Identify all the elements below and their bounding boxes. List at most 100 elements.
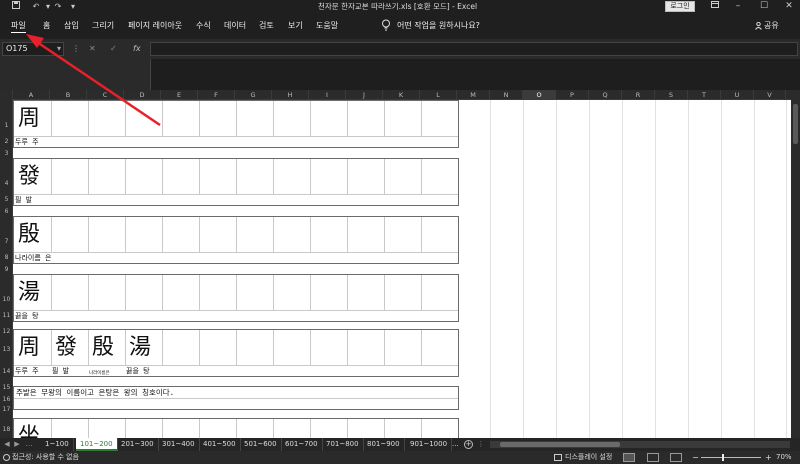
horizontal-scrollbar[interactable] xyxy=(490,441,790,448)
row-header-8[interactable]: 8 xyxy=(0,254,12,261)
row-header-10[interactable]: 10 xyxy=(0,296,12,303)
zoom-in-button[interactable]: + xyxy=(765,452,772,463)
tab-page-layout[interactable]: 페이지 레이아웃 xyxy=(128,20,182,32)
sheet-tab[interactable]: 601~700 xyxy=(281,438,323,451)
zoom-slider[interactable] xyxy=(701,457,761,458)
row-header-2[interactable]: 2 xyxy=(0,138,12,145)
sheet-tab[interactable]: 201~300 xyxy=(117,438,159,451)
column-header-t[interactable]: T xyxy=(688,90,721,100)
column-header-g[interactable]: G xyxy=(235,90,272,100)
sheet-tab[interactable]: 401~500 xyxy=(199,438,241,451)
sheet-tab[interactable]: 501~600 xyxy=(240,438,282,451)
column-header-i[interactable]: I xyxy=(309,90,346,100)
row-header-6[interactable]: 6 xyxy=(0,208,12,215)
ribbon-display-options-icon[interactable] xyxy=(705,0,725,13)
practice-block: 坐 xyxy=(13,418,459,438)
row-header-4[interactable]: 4 xyxy=(0,180,12,187)
column-header-l[interactable]: L xyxy=(420,90,457,100)
gridline xyxy=(655,100,656,438)
select-all-corner[interactable] xyxy=(0,90,13,100)
prev-sheet-icon[interactable]: ◀ xyxy=(2,439,12,450)
tab-review[interactable]: 검토 xyxy=(259,20,274,32)
more-options-icon[interactable]: ⋮ xyxy=(72,44,80,54)
cancel-entry-icon[interactable]: ✕ xyxy=(89,42,96,56)
column-header-n[interactable]: N xyxy=(490,90,523,100)
row-header-15[interactable]: 15 xyxy=(0,384,12,391)
close-icon[interactable]: ✕ xyxy=(779,0,799,13)
tab-home[interactable]: 홈 xyxy=(43,20,50,32)
column-header-k[interactable]: K xyxy=(383,90,420,100)
redo-icon[interactable]: ↷ xyxy=(51,1,65,12)
page-layout-view-icon[interactable] xyxy=(647,453,659,462)
insert-function-icon[interactable]: fx xyxy=(133,42,141,56)
worksheet[interactable]: 周 두루 주 發 필 발 殷 나라이름 은 湯 끓을 탕 周 두루 주 發 필 발 殷 나라이름은 湯 끓을 … xyxy=(13,100,791,438)
row-header-3[interactable]: 3 xyxy=(0,150,12,157)
row-header-9[interactable]: 9 xyxy=(0,266,12,273)
column-header-o[interactable]: O xyxy=(523,90,556,100)
more-sheets-indicator[interactable]: ... xyxy=(452,438,459,450)
formula-input[interactable] xyxy=(150,42,798,56)
maximize-icon[interactable]: ☐ xyxy=(754,0,774,13)
column-header-j[interactable]: J xyxy=(346,90,383,100)
display-settings[interactable]: 디스플레이 설정 xyxy=(565,452,612,463)
tab-help[interactable]: 도움말 xyxy=(316,20,338,32)
row-header-16[interactable]: 16 xyxy=(0,396,12,403)
sheet-tab[interactable]: 301~400 xyxy=(158,438,200,451)
column-header-d[interactable]: D xyxy=(124,90,161,100)
add-sheet-icon[interactable]: + xyxy=(464,440,473,449)
row-header-12[interactable]: 12 xyxy=(0,328,12,335)
tab-file[interactable]: 파일 xyxy=(11,20,26,33)
sheet-list-icon[interactable]: … xyxy=(24,439,34,450)
name-box-dropdown-icon[interactable]: ▾ xyxy=(57,44,61,54)
row-header-1[interactable]: 1 xyxy=(0,122,12,129)
column-header-p[interactable]: P xyxy=(556,90,589,100)
vertical-scrollbar[interactable] xyxy=(791,90,800,438)
page-break-view-icon[interactable] xyxy=(670,453,682,462)
hanja-character: 周 xyxy=(18,106,41,131)
sheet-tab[interactable]: 101~200 xyxy=(76,438,118,451)
save-icon[interactable] xyxy=(9,1,23,12)
tab-data[interactable]: 데이터 xyxy=(224,20,246,32)
tab-insert[interactable]: 삽입 xyxy=(64,20,79,32)
sheet-tab[interactable]: 1~100 xyxy=(41,438,74,451)
sheet-tab[interactable]: 701~800 xyxy=(322,438,364,451)
column-header-s[interactable]: S xyxy=(655,90,688,100)
column-header-m[interactable]: M xyxy=(457,90,490,100)
more-options-icon[interactable]: ⋮ xyxy=(476,439,486,450)
zoom-level[interactable]: 70% xyxy=(776,452,792,463)
next-sheet-icon[interactable]: ▶ xyxy=(12,439,22,450)
customize-quick-access-icon[interactable]: ▾ xyxy=(66,1,80,12)
sheet-tab[interactable]: 801~900 xyxy=(363,438,405,451)
column-header-h[interactable]: H xyxy=(272,90,309,100)
row-header-17[interactable]: 17 xyxy=(0,406,12,413)
column-header-b[interactable]: B xyxy=(50,90,87,100)
row-header-13[interactable]: 13 xyxy=(0,346,12,353)
column-header-e[interactable]: E xyxy=(161,90,198,100)
row-header-18[interactable]: 18 xyxy=(0,426,12,433)
column-header-v[interactable]: V xyxy=(754,90,786,100)
row-header-11[interactable]: 11 xyxy=(0,312,12,319)
confirm-entry-icon[interactable]: ✓ xyxy=(110,42,117,56)
tab-draw[interactable]: 그리기 xyxy=(92,20,114,32)
tab-view[interactable]: 보기 xyxy=(288,20,303,32)
column-header-r[interactable]: R xyxy=(622,90,655,100)
login-button[interactable]: 로그인 xyxy=(665,1,695,12)
column-header-q[interactable]: Q xyxy=(589,90,622,100)
minimize-icon[interactable]: – xyxy=(728,0,748,13)
zoom-slider-handle[interactable] xyxy=(722,454,724,461)
column-header-a[interactable]: A xyxy=(13,90,50,100)
normal-view-icon[interactable] xyxy=(623,453,635,462)
sheet-tab[interactable]: 901~1000 xyxy=(406,438,453,451)
tell-me-search[interactable]: 어떤 작업을 원하시나요? xyxy=(397,20,480,32)
column-header-u[interactable]: U xyxy=(721,90,754,100)
accessibility-status[interactable]: 접근성: 사용할 수 없음 xyxy=(12,452,79,463)
share-button[interactable]: 공유 xyxy=(764,20,779,32)
column-header-f[interactable]: F xyxy=(198,90,235,100)
tab-formulas[interactable]: 수식 xyxy=(196,20,211,32)
row-header-5[interactable]: 5 xyxy=(0,196,12,203)
row-header-7[interactable]: 7 xyxy=(0,238,12,245)
column-header-c[interactable]: C xyxy=(87,90,124,100)
row-header-14[interactable]: 14 xyxy=(0,368,12,375)
name-box[interactable]: O175 xyxy=(2,42,64,56)
zoom-out-button[interactable]: − xyxy=(692,452,699,463)
